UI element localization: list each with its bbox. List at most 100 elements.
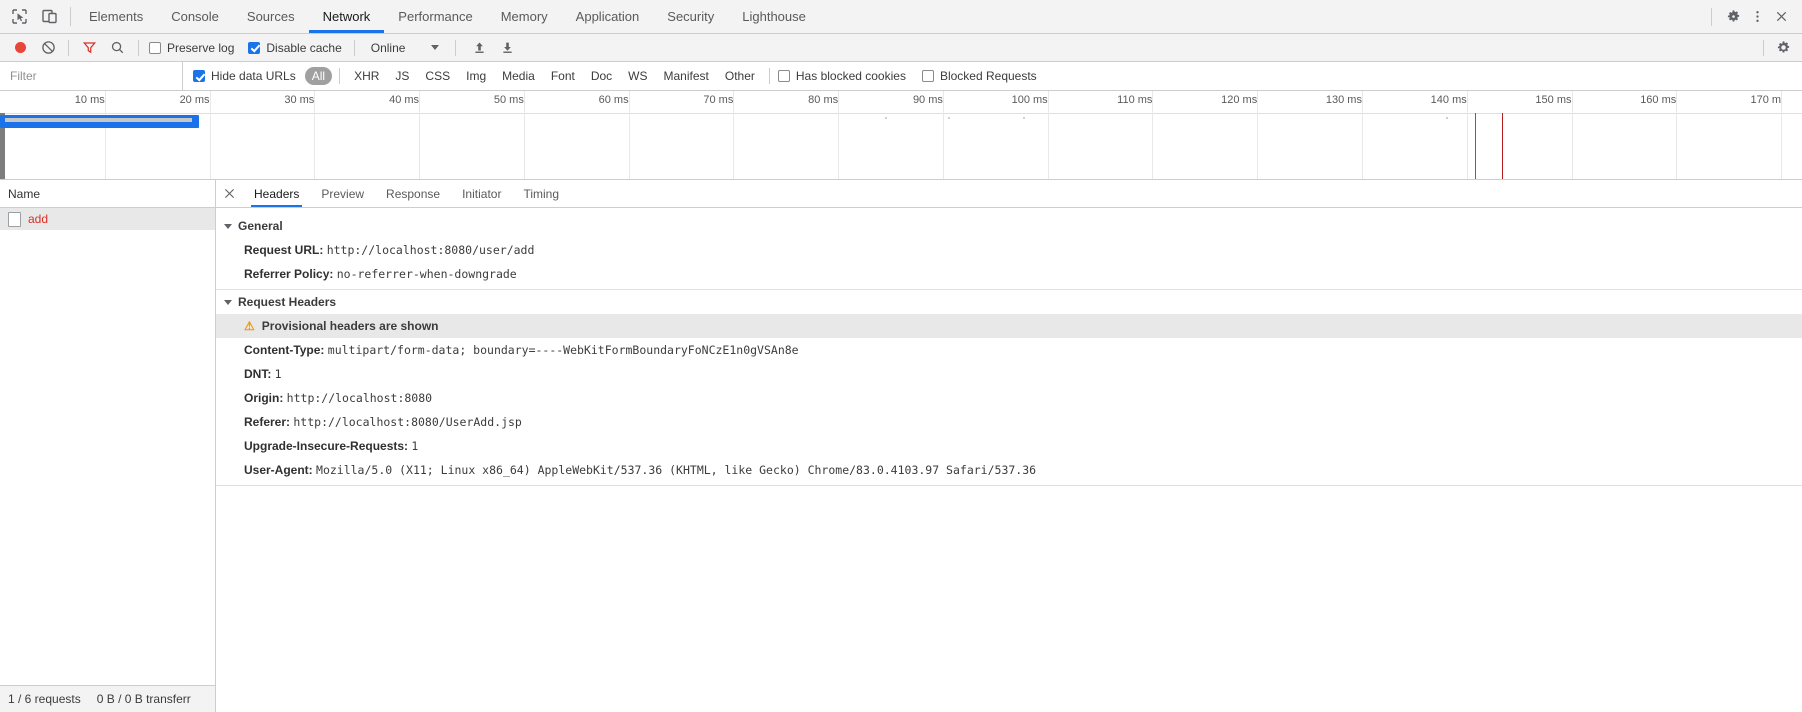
tab-application[interactable]: Application [562,0,654,33]
blocked-requests-checkbox[interactable]: Blocked Requests [920,69,1039,83]
gear-icon[interactable] [1770,37,1796,59]
timeline-request-bar [0,115,200,128]
gear-icon[interactable] [1722,6,1744,28]
section-title: Request Headers [238,295,337,309]
kebab-menu-icon[interactable] [1746,6,1768,28]
tab-label: Elements [89,9,144,24]
network-timeline-overview[interactable]: 10 ms 20 ms 30 ms 40 ms 50 ms 60 ms 70 ms 80 ms… [0,91,1802,180]
tab-timing[interactable]: Timing [512,180,570,207]
type-filter-font[interactable]: Font [544,67,582,85]
headers-content: General Request URL: http://localhost:80… [216,208,1802,712]
divider [1763,39,1764,56]
section-general-header[interactable]: General [216,214,1802,238]
type-filter-js[interactable]: JS [388,67,416,85]
timeline-tick-label: 120 ms [1221,94,1258,106]
disable-cache-checkbox[interactable]: Disable cache [246,41,343,55]
throttling-value: Online [370,40,406,55]
filter-funnel-icon[interactable] [76,37,102,59]
table-row[interactable]: add [0,208,215,230]
tab-sources[interactable]: Sources [233,0,309,33]
header-value: http://localhost:8080/UserAdd.jsp [293,415,522,429]
timeline-marker-dot [1445,117,1448,119]
request-rows: add [0,208,215,685]
header-row-referrer-policy: Referrer Policy: no-referrer-when-downgr… [216,262,1802,286]
chevron-down-icon [224,223,232,229]
tab-label: Performance [398,9,473,24]
warning-triangle-icon: ⚠ [244,319,255,333]
type-filter-img[interactable]: Img [459,67,493,85]
search-icon[interactable] [104,37,130,59]
timeline-tick-label: 40 ms [389,94,420,106]
divider [339,68,341,84]
has-blocked-cookies-checkbox[interactable]: Has blocked cookies [776,69,908,83]
tab-console[interactable]: Console [157,0,233,33]
timeline-tick-label: 30 ms [284,94,315,106]
clear-icon[interactable] [35,37,61,59]
detail-tab-bar: Headers Preview Response Initiator Timin… [216,180,1802,208]
checkbox-box [777,70,790,82]
divider [1711,7,1712,26]
type-filter-other[interactable]: Other [718,67,762,85]
pill-label: Manifest [663,69,709,83]
requests-count: 1 / 6 requests [8,692,81,706]
close-icon[interactable] [216,180,243,207]
inspect-controls [0,0,66,33]
download-arrow-icon[interactable] [494,37,520,59]
tab-security[interactable]: Security [653,0,728,33]
type-filter-all[interactable]: All [304,67,333,85]
type-filter-ws[interactable]: WS [621,67,654,85]
timeline-tick-label: 20 ms [179,94,210,106]
checkbox-box [149,41,161,54]
tab-network[interactable]: Network [308,0,385,33]
warning-text: Provisional headers are shown [261,319,439,333]
type-filter-manifest[interactable]: Manifest [657,67,716,85]
tab-performance[interactable]: Performance [384,0,486,33]
timeline-tick-label: 130 ms [1325,94,1362,106]
pill-label: Doc [590,69,613,83]
header-key: Referer: [244,415,291,429]
timeline-tick-label: 80 ms [808,94,839,106]
header-key: Request URL: [244,243,324,257]
tab-label: Console [171,9,219,24]
tab-response[interactable]: Response [375,180,451,207]
filter-input-wrapper[interactable] [0,62,183,90]
window-controls [1707,0,1802,33]
tab-initiator[interactable]: Initiator [451,180,512,207]
hide-data-urls-checkbox[interactable]: Hide data URLs [191,69,298,83]
section-request-headers-header[interactable]: Request Headers [216,290,1802,314]
devtools-window: Elements Console Sources Network Perform… [0,0,1802,712]
timeline-tick-label: 70 ms [703,94,734,106]
header-row-referer: Referer: http://localhost:8080/UserAdd.j… [216,410,1802,434]
header-row-upgrade-insecure-requests: Upgrade-Insecure-Requests: 1 [216,434,1802,458]
tab-label: Network [322,9,371,24]
throttling-select[interactable]: Online [365,41,446,55]
tab-memory[interactable]: Memory [487,0,562,33]
type-filter-css[interactable]: CSS [418,67,457,85]
tab-elements[interactable]: Elements [75,0,157,33]
header-key: Referrer Policy: [244,267,334,281]
section-title: General [238,219,283,233]
provisional-headers-warning: ⚠ Provisional headers are shown [216,314,1802,338]
preserve-log-checkbox[interactable]: Preserve log [147,41,236,55]
upload-arrow-icon[interactable] [466,37,492,59]
timeline-event-marker [1502,113,1504,179]
device-toolbar-icon[interactable] [38,6,60,28]
record-button-icon[interactable] [7,37,33,59]
close-icon[interactable] [1770,6,1792,28]
timeline-tick-label: 100 ms [1011,94,1048,106]
header-key: Upgrade-Insecure-Requests: [244,439,409,453]
timeline-tick-label: 140 ms [1430,94,1467,106]
type-filter-doc[interactable]: Doc [584,67,619,85]
tab-label: Memory [500,9,548,24]
tab-lighthouse[interactable]: Lighthouse [728,0,820,33]
filter-input[interactable] [8,68,182,84]
request-list-header[interactable]: Name [0,180,215,208]
timeline-request-wait-segment [5,118,192,122]
tab-label: Timing [523,186,560,201]
type-filter-media[interactable]: Media [495,67,542,85]
tab-preview[interactable]: Preview [310,180,375,207]
tab-headers[interactable]: Headers [243,180,310,207]
inspect-cursor-icon[interactable] [8,6,30,28]
type-filter-xhr[interactable]: XHR [347,67,386,85]
tab-label: Application [575,9,640,24]
